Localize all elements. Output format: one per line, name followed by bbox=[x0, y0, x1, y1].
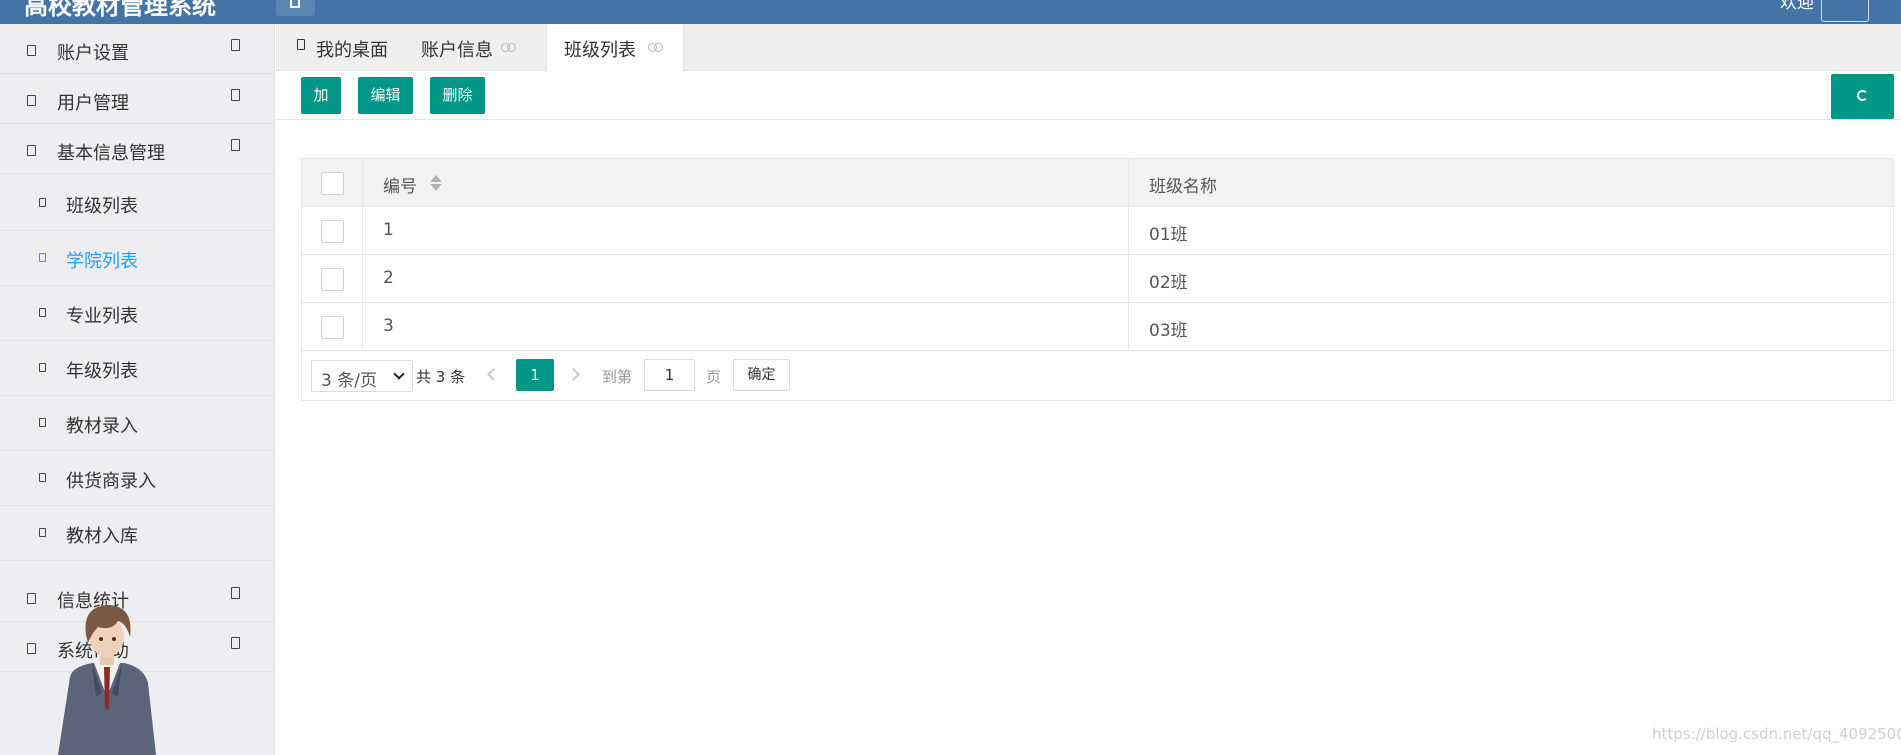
table-header-row: 编号 班级名称 bbox=[302, 159, 1893, 207]
list-icon bbox=[39, 198, 46, 207]
list-icon bbox=[39, 308, 46, 317]
sidebar-subitem-class-list[interactable]: 班级列表 bbox=[0, 176, 274, 231]
close-icon[interactable] bbox=[501, 43, 517, 52]
sidebar-subitem-label: 专业列表 bbox=[66, 306, 138, 327]
close-icon[interactable] bbox=[648, 43, 664, 52]
sidebar-subitem-textbook-entry[interactable]: 教材录入 bbox=[0, 396, 274, 451]
row-checkbox[interactable] bbox=[321, 316, 344, 339]
action-toolbar: 加 编辑 删除 bbox=[276, 72, 1901, 120]
row-checkbox[interactable] bbox=[321, 220, 344, 243]
column-header-id[interactable]: 编号 bbox=[383, 172, 417, 197]
total-count: 共 3 条 bbox=[416, 368, 466, 386]
tab-label: 班级列表 bbox=[564, 40, 636, 61]
cell-id: 1 bbox=[383, 220, 394, 240]
top-header: 高校教材管理系统 欢迎 bbox=[0, 0, 1901, 24]
goto-confirm-button[interactable]: 确定 bbox=[733, 359, 790, 391]
sidebar-subitem-label: 班级列表 bbox=[66, 196, 138, 217]
cell-class-name: 01班 bbox=[1149, 225, 1188, 245]
sidebar-toggle-button[interactable] bbox=[276, 0, 315, 16]
tab-label: 账户信息 bbox=[421, 40, 493, 61]
sidebar-subitem-grade-list[interactable]: 年级列表 bbox=[0, 341, 274, 396]
sort-icon[interactable] bbox=[430, 174, 442, 192]
folder-icon bbox=[27, 145, 36, 156]
sidebar-item-label: 用户管理 bbox=[57, 93, 129, 114]
sidebar-item-label: 基本信息管理 bbox=[57, 143, 165, 164]
current-page-button[interactable]: 1 bbox=[516, 359, 554, 391]
page-unit-label: 页 bbox=[706, 368, 722, 386]
column-header-class-name: 班级名称 bbox=[1149, 177, 1217, 197]
class-table: 编号 班级名称 1 01班 2 02班 3 03班 3 条/页 共 3 条 1 … bbox=[301, 158, 1894, 401]
folder-icon bbox=[27, 45, 36, 56]
sidebar-subitem-label: 供货商录入 bbox=[66, 471, 156, 492]
menu-icon bbox=[290, 0, 300, 8]
folder-icon bbox=[27, 593, 36, 604]
chevron-down-icon bbox=[393, 368, 405, 380]
list-icon bbox=[39, 363, 46, 372]
refresh-icon bbox=[1857, 90, 1868, 101]
table-row[interactable]: 3 03班 bbox=[302, 303, 1893, 351]
edit-button[interactable]: 编辑 bbox=[358, 77, 413, 114]
sidebar-subitem-label: 学院列表 bbox=[66, 251, 138, 272]
sidebar-subitem-label: 年级列表 bbox=[66, 361, 138, 382]
list-icon bbox=[39, 473, 46, 482]
user-menu-button[interactable] bbox=[1821, 0, 1869, 22]
cell-class-name: 02班 bbox=[1149, 273, 1188, 293]
goto-label: 到第 bbox=[602, 368, 633, 386]
page-size-value: 3 条/页 bbox=[321, 371, 377, 391]
cell-id: 2 bbox=[383, 268, 394, 288]
delete-button[interactable]: 删除 bbox=[430, 77, 485, 114]
home-icon bbox=[297, 39, 305, 50]
add-button[interactable]: 加 bbox=[301, 77, 341, 114]
sidebar-subitem-major-list[interactable]: 专业列表 bbox=[0, 286, 274, 341]
app-title: 高校教材管理系统 bbox=[24, 0, 216, 20]
sidebar-item-basic-info[interactable]: 基本信息管理 bbox=[0, 124, 274, 174]
expand-icon bbox=[231, 587, 240, 599]
list-icon bbox=[39, 253, 46, 262]
prev-page-icon[interactable] bbox=[487, 368, 500, 381]
mascot-character[interactable] bbox=[52, 597, 162, 755]
page-size-select[interactable]: 3 条/页 bbox=[311, 360, 413, 392]
sidebar-subitem-college-list[interactable]: 学院列表 bbox=[0, 231, 274, 286]
pagination: 3 条/页 共 3 条 1 到第 1 页 确定 bbox=[302, 351, 1893, 400]
list-icon bbox=[39, 528, 46, 537]
tab-desktop[interactable]: 我的桌面 bbox=[276, 24, 388, 71]
goto-page-input[interactable]: 1 bbox=[644, 359, 695, 391]
watermark-text: https://blog.csdn.net/qq_40925004 bbox=[1652, 725, 1901, 743]
row-checkbox[interactable] bbox=[321, 268, 344, 291]
sidebar-subitem-textbook-stock-in[interactable]: 教材入库 bbox=[0, 506, 274, 561]
collapse-icon bbox=[231, 139, 240, 151]
welcome-text: 欢迎 bbox=[1780, 0, 1814, 13]
table-row[interactable]: 2 02班 bbox=[302, 255, 1893, 303]
refresh-button[interactable] bbox=[1831, 74, 1894, 119]
sidebar-subitem-supplier-entry[interactable]: 供货商录入 bbox=[0, 451, 274, 506]
tab-label: 我的桌面 bbox=[316, 40, 388, 61]
cell-class-name: 03班 bbox=[1149, 321, 1188, 341]
expand-icon bbox=[231, 637, 240, 649]
expand-icon bbox=[231, 39, 240, 51]
cell-id: 3 bbox=[383, 316, 394, 336]
sidebar-item-account-settings[interactable]: 账户设置 bbox=[0, 24, 274, 74]
select-all-checkbox[interactable] bbox=[321, 172, 344, 195]
tab-bar: 我的桌面 账户信息 班级列表 bbox=[276, 24, 1901, 72]
folder-icon bbox=[27, 643, 36, 654]
folder-icon bbox=[27, 95, 36, 106]
table-row[interactable]: 1 01班 bbox=[302, 207, 1893, 255]
tab-class-list[interactable]: 班级列表 bbox=[546, 24, 684, 72]
next-page-icon[interactable] bbox=[567, 368, 580, 381]
expand-icon bbox=[231, 89, 240, 101]
list-icon bbox=[39, 418, 46, 427]
sidebar-item-user-management[interactable]: 用户管理 bbox=[0, 74, 274, 124]
sidebar-subitem-label: 教材入库 bbox=[66, 526, 138, 547]
sidebar-item-label: 账户设置 bbox=[57, 43, 129, 64]
sidebar-subitem-label: 教材录入 bbox=[66, 416, 138, 437]
tab-account-info[interactable]: 账户信息 bbox=[386, 24, 524, 71]
